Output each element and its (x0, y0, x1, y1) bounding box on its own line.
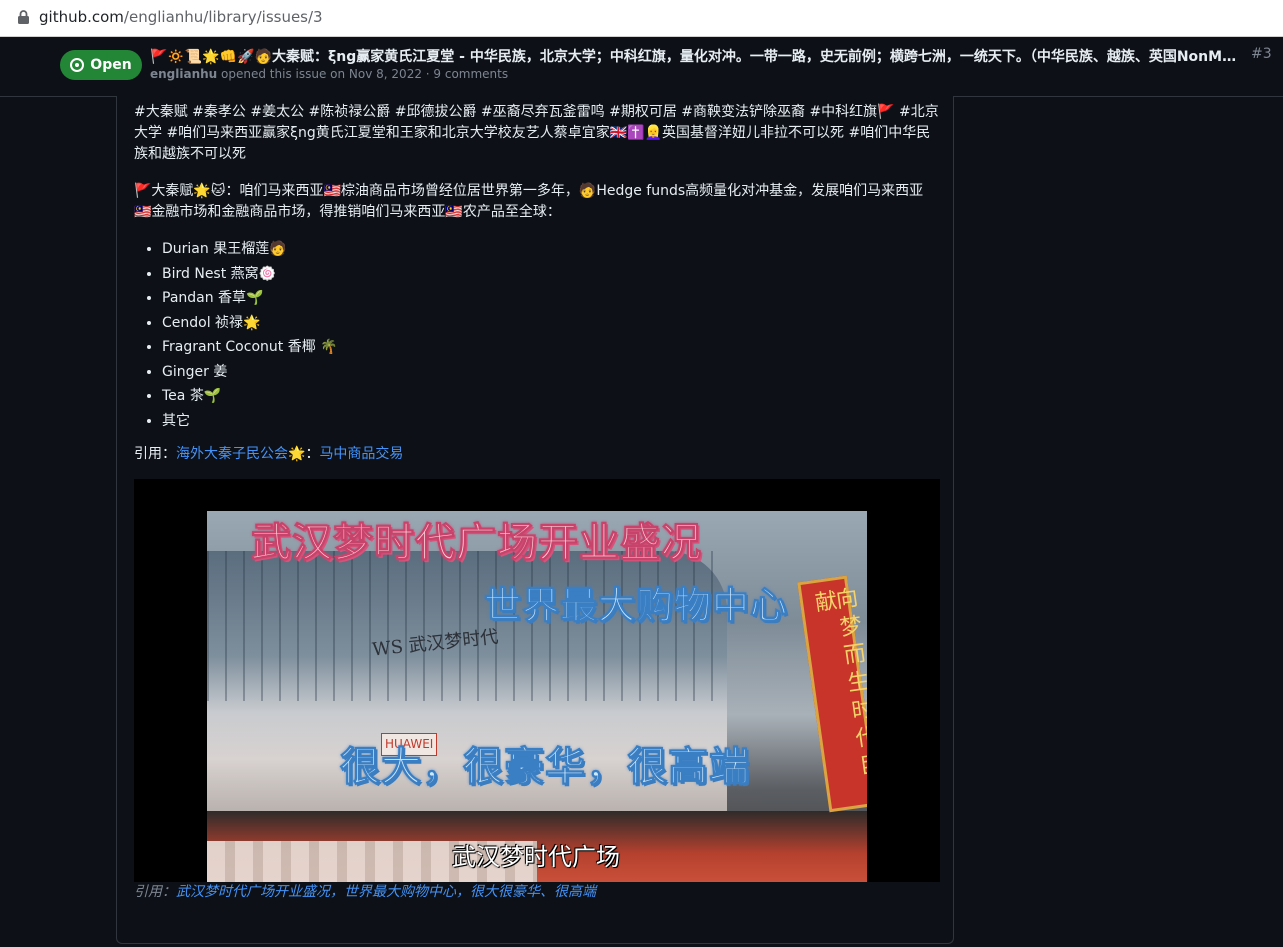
video-citation-link[interactable]: 武汉梦时代广场开业盛况，世界最大购物中心，很大很豪华、很高端 (176, 884, 596, 900)
issue-author-link[interactable]: englianhu (150, 67, 217, 81)
issue-opened-icon (70, 58, 85, 72)
issue-state-label: Open (90, 57, 132, 73)
citation-prefix: 引用： (134, 446, 176, 462)
issue-title: 🚩🔅📜🌟👊🚀🧑大秦赋：ξng赢家黄氏江夏堂 - 中华民族，北京大学；中科红旗，量… (150, 49, 1245, 65)
video-overlay-subtitle: 世界最大购物中心 (484, 584, 788, 627)
browser-url-bar[interactable]: github.com/englianhu/library/issues/3 (0, 0, 1283, 37)
list-item: 其它 (162, 411, 940, 433)
issue-comment-body: #大秦赋 #秦孝公 #姜太公 #陈祯禄公爵 #邱德拔公爵 #巫裔尽弃瓦釜雷鸣 #… (116, 96, 954, 944)
lock-icon (18, 10, 29, 24)
video-player[interactable]: WS 武汉梦时代 HUAWEI 向梦而生时代巨献 武汉梦时代广场开业盛况 世界最… (134, 479, 940, 882)
url-text[interactable]: github.com/englianhu/library/issues/3 (39, 8, 323, 26)
video-overlay-bottom: 很大，很豪华，很高端 (340, 744, 750, 790)
list-item: Bird Nest 燕窝🍥 (162, 264, 940, 286)
citation-line: 引用：海外大秦子民公会🌟：马中商品交易 (134, 444, 940, 465)
issue-sticky-header: Open 🚩🔅📜🌟👊🚀🧑大秦赋：ξng赢家黄氏江夏堂 - 中华民族，北京大学；中… (0, 37, 1283, 97)
video-citation: 引用：武汉梦时代广场开业盛况，世界最大购物中心，很大很豪华、很高端 (134, 882, 940, 903)
citation-separator: ： (305, 446, 320, 462)
list-item: Cendol 祯禄🌟 (162, 313, 940, 335)
citation-link-association[interactable]: 海外大秦子民公会🌟 (176, 446, 305, 462)
issue-state-badge: Open (60, 50, 142, 80)
vertical-banner: 向梦而生时代巨献 (797, 575, 867, 813)
issue-number: #3 (1251, 46, 1272, 62)
citation-link-exchange[interactable]: 马中商品交易 (319, 446, 403, 462)
list-item: Pandan 香草🌱 (162, 288, 940, 310)
video-caption-subtitle: 武汉梦时代广场 (452, 843, 620, 871)
video-overlay-title: 武汉梦时代广场开业盛况 (251, 520, 702, 566)
video-frame[interactable]: WS 武汉梦时代 HUAWEI 向梦而生时代巨献 武汉梦时代广场开业盛况 世界最… (207, 511, 867, 882)
list-item: Durian 果王榴莲🧑 (162, 239, 940, 261)
product-list: Durian 果王榴莲🧑 Bird Nest 燕窝🍥 Pandan 香草🌱 Ce… (134, 239, 940, 432)
list-item: Fragrant Coconut 香椰 🌴 (162, 337, 940, 359)
intro-paragraph: 🚩大秦赋🌟🐱：咱们马来西亚🇲🇾棕油商品市场曾经位居世界第一多年，🧑Hedge f… (134, 183, 924, 220)
url-path: /englianhu/library/issues/3 (123, 8, 323, 26)
issue-meta-text: opened this issue on Nov 8, 2022 · 9 com… (217, 67, 509, 81)
url-host: github.com (39, 8, 124, 26)
list-item: Ginger 姜 (162, 362, 940, 384)
issue-meta: englianhu opened this issue on Nov 8, 20… (150, 67, 508, 81)
hashtags-paragraph: #大秦赋 #秦孝公 #姜太公 #陈祯禄公爵 #邱德拔公爵 #巫裔尽弃瓦釜雷鸣 #… (134, 104, 939, 162)
banner-text: 向梦而生时代巨献 (809, 585, 867, 784)
caption-prefix: 引用： (134, 884, 176, 900)
list-item: Tea 茶🌱 (162, 386, 940, 408)
